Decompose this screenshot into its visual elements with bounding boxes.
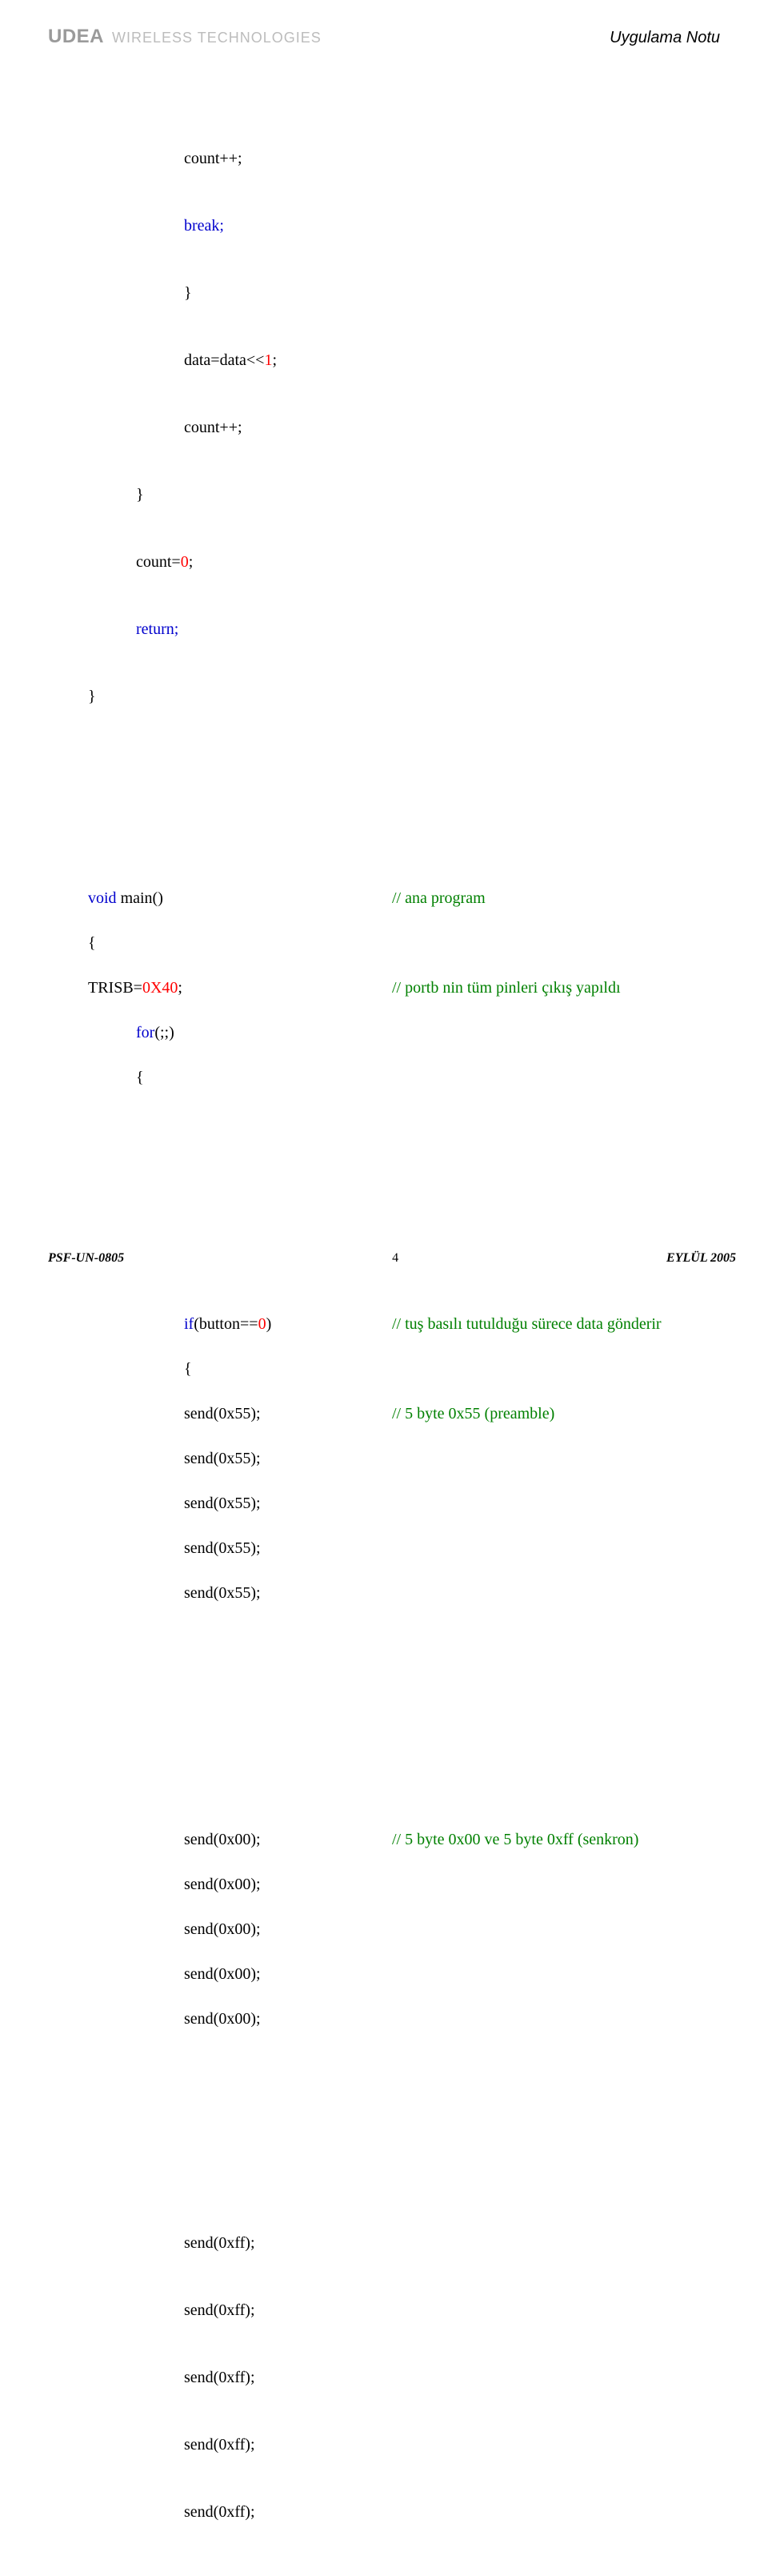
- code-line: for(;;): [88, 1021, 392, 1044]
- code-col-right: // tuş basılı tutulduğu sürece data gönd…: [392, 1290, 720, 1649]
- code-line-blank: [392, 1021, 720, 1044]
- code-text: ;: [178, 979, 182, 997]
- code-line: }: [88, 685, 720, 708]
- code-line: }: [88, 484, 720, 506]
- code-line: }: [88, 282, 720, 304]
- code-text: data=data<<: [184, 351, 264, 369]
- code-line: {: [88, 932, 392, 954]
- code-number: 0X40: [142, 979, 178, 997]
- code-two-col: send(0x00); send(0x00); send(0x00); send…: [88, 1806, 720, 2075]
- logo-text: UDEA: [48, 26, 104, 48]
- code-line: send(0xff);: [88, 2501, 720, 2523]
- code-line: data=data<<1;: [88, 349, 720, 371]
- page-header: UDEA WIRELESS TECHNOLOGIES Uygulama Notu: [48, 26, 720, 48]
- header-subtitle: WIRELESS TECHNOLOGIES: [112, 30, 322, 46]
- code-line-blank: [392, 2008, 720, 2030]
- code-col-left: void main() { TRISB=0X40; for(;;) {: [88, 865, 392, 1134]
- code-line: count++;: [88, 147, 720, 170]
- code-line: void main(): [88, 887, 392, 909]
- code-line: send(0x55);: [88, 1402, 392, 1425]
- code-line: send(0xff);: [88, 2299, 720, 2321]
- code-line-blank: [392, 1537, 720, 1559]
- code-comment: // 5 byte 0x00 ve 5 byte 0xff (senkron): [392, 1828, 720, 1851]
- code-line-blank: [392, 932, 720, 954]
- code-line-blank: [392, 1963, 720, 1985]
- code-body: count++; break; } data=data<<1; count++;…: [88, 80, 720, 2576]
- code-number: 0: [258, 1315, 266, 1333]
- code-text: ;: [189, 553, 194, 571]
- code-two-col: void main() { TRISB=0X40; for(;;) { // a…: [88, 865, 720, 1134]
- footer-date: EYLÜL 2005: [666, 1251, 736, 1266]
- page-title: Uygulama Notu: [610, 29, 720, 47]
- code-col-right: // 5 byte 0x00 ve 5 byte 0xff (senkron): [392, 1806, 720, 2075]
- code-col-left: send(0x00); send(0x00); send(0x00); send…: [88, 1806, 392, 2075]
- footer-doc-id: PSF-UN-0805: [48, 1251, 124, 1266]
- code-text: ): [266, 1315, 272, 1333]
- code-line-blank: [88, 775, 720, 797]
- page-footer: PSF-UN-0805 4 EYLÜL 2005: [48, 1251, 736, 1266]
- code-line-blank: [392, 1918, 720, 1940]
- code-comment: // ana program: [392, 887, 720, 909]
- code-line: send(0x55);: [88, 1582, 392, 1604]
- code-text: ;: [272, 351, 277, 369]
- code-line-blank: [392, 1066, 720, 1089]
- code-number: 1: [264, 351, 272, 369]
- code-line: send(0xff);: [88, 2434, 720, 2456]
- code-line: send(0x00);: [88, 1828, 392, 1851]
- code-line: send(0x55);: [88, 1537, 392, 1559]
- code-line: {: [88, 1358, 392, 1380]
- code-comment: // 5 byte 0x55 (preamble): [392, 1402, 720, 1425]
- code-line: {: [88, 1066, 392, 1089]
- code-line: send(0x00);: [88, 1918, 392, 1940]
- code-col-right: // ana program // portb nin tüm pinleri …: [392, 865, 720, 1134]
- code-line-blank: [392, 1873, 720, 1896]
- code-line: send(0xff);: [88, 2366, 720, 2389]
- code-text: count=: [136, 553, 181, 571]
- code-line: break;: [88, 215, 720, 237]
- code-number: 0: [181, 553, 189, 571]
- code-comment: // portb nin tüm pinleri çıkış yapıldı: [392, 977, 720, 999]
- code-line-blank: [392, 1582, 720, 1604]
- code-line: send(0x00);: [88, 1873, 392, 1896]
- code-line: send(0x55);: [88, 1492, 392, 1515]
- code-line-blank: [88, 1201, 720, 1223]
- code-line: count++;: [88, 416, 720, 439]
- code-two-col: if(button==0) { send(0x55); send(0x55); …: [88, 1290, 720, 1649]
- header-left: UDEA WIRELESS TECHNOLOGIES: [48, 26, 322, 48]
- code-line: count=0;: [88, 551, 720, 573]
- code-line: send(0x00);: [88, 1963, 392, 1985]
- page-container: UDEA WIRELESS TECHNOLOGIES Uygulama Notu…: [0, 0, 768, 1288]
- footer-page-number: 4: [392, 1251, 398, 1266]
- code-line-blank: [88, 1716, 720, 1739]
- code-keyword: for: [136, 1024, 154, 1041]
- code-line: send(0x00);: [88, 2008, 392, 2030]
- code-line: if(button==0): [88, 1313, 392, 1335]
- code-line: send(0xff);: [88, 2232, 720, 2254]
- code-comment: // tuş basılı tutulduğu sürece data gönd…: [392, 1313, 720, 1335]
- code-line-blank: [392, 1447, 720, 1470]
- code-text: TRISB=: [88, 979, 142, 997]
- code-line-blank: [392, 1492, 720, 1515]
- code-keyword: void: [88, 889, 117, 907]
- code-keyword: if: [184, 1315, 194, 1333]
- code-line: TRISB=0X40;: [88, 977, 392, 999]
- code-text: (;;): [154, 1024, 174, 1041]
- code-col-left: if(button==0) { send(0x55); send(0x55); …: [88, 1290, 392, 1649]
- code-line-blank: [392, 1358, 720, 1380]
- code-line-blank: [88, 2142, 720, 2165]
- code-text: main(): [117, 889, 163, 907]
- code-text: (button==: [194, 1315, 258, 1333]
- code-line: send(0x55);: [88, 1447, 392, 1470]
- code-line: return;: [88, 618, 720, 640]
